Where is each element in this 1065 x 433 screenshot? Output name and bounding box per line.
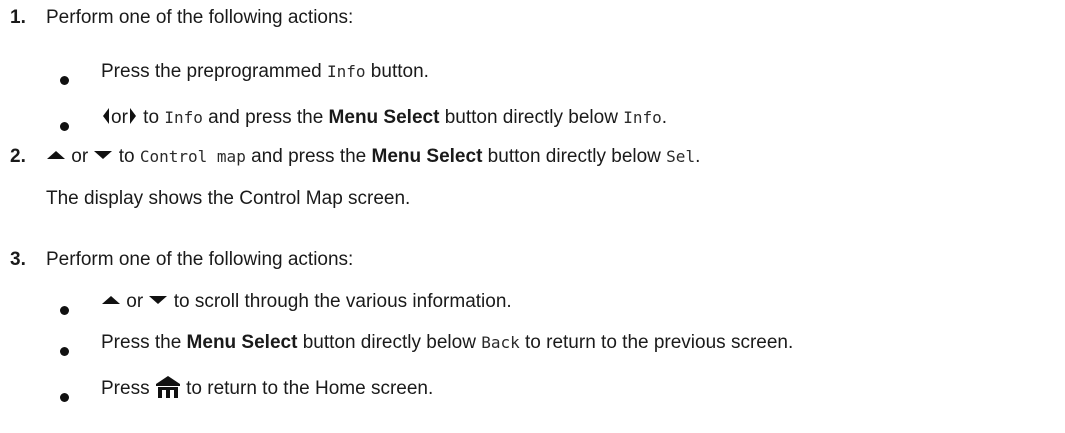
step-1: 1. — [10, 6, 26, 30]
step-number: 3. — [10, 249, 26, 270]
down-arrow-icon — [93, 149, 113, 161]
list-item: Press the preprogrammed Info button. — [101, 61, 429, 82]
step-3: 3. — [10, 248, 26, 272]
down-arrow-icon — [148, 294, 168, 306]
step-2-note: The display shows the Control Map screen… — [46, 188, 411, 209]
up-arrow-icon — [46, 149, 66, 161]
bullet-icon — [60, 122, 69, 131]
step-2: 2. — [10, 145, 26, 169]
list-item: Press the Menu Select button directly be… — [101, 332, 794, 353]
step-number: 1. — [10, 7, 26, 28]
step-1-text: Perform one of the following actions: — [46, 7, 354, 28]
list-item: Press to return to the Home screen. — [101, 375, 433, 401]
left-arrow-icon — [101, 107, 111, 125]
bullet-icon — [60, 76, 69, 85]
up-arrow-icon — [101, 294, 121, 306]
home-icon — [155, 375, 181, 399]
right-arrow-icon — [128, 107, 138, 125]
step-number: 2. — [10, 146, 26, 167]
bullet-icon — [60, 347, 69, 356]
list-item: or to Info and press the Menu Select but… — [101, 106, 667, 130]
step-3-text: Perform one of the following actions: — [46, 249, 354, 270]
bullet-icon — [60, 306, 69, 315]
list-item: or to scroll through the various informa… — [101, 290, 512, 314]
bullet-icon — [60, 393, 69, 402]
step-2-text: or to Control map and press the Menu Sel… — [46, 145, 700, 169]
